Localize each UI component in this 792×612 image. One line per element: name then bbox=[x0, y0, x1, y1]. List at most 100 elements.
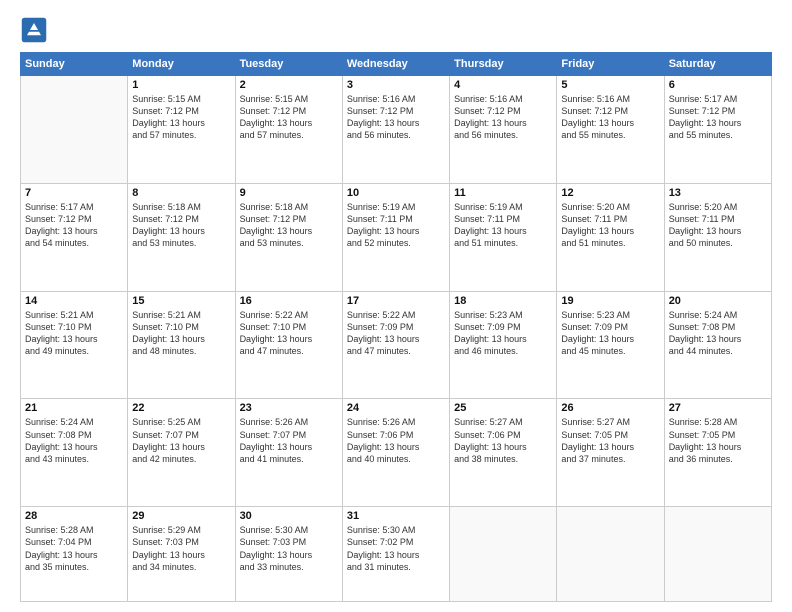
cell-info: Sunrise: 5:16 AM Sunset: 7:12 PM Dayligh… bbox=[347, 93, 445, 142]
cell-info: Sunrise: 5:18 AM Sunset: 7:12 PM Dayligh… bbox=[132, 201, 230, 250]
day-number: 19 bbox=[561, 295, 659, 307]
calendar-cell: 6 Sunrise: 5:17 AM Sunset: 7:12 PM Daylig… bbox=[664, 76, 771, 184]
day-number: 31 bbox=[347, 510, 445, 522]
calendar-cell bbox=[664, 507, 771, 602]
calendar-cell: 29Sunrise: 5:29 AM Sunset: 7:03 PM Dayli… bbox=[128, 507, 235, 602]
logo-icon bbox=[20, 16, 48, 44]
calendar-cell: 24 Sunrise: 5:26 AM Sunset: 7:06 PM Dayli… bbox=[342, 399, 449, 507]
cell-info: Sunrise: 5:26 AM Sunset: 7:06 PM Dayligh… bbox=[347, 416, 445, 465]
day-number: 1 bbox=[132, 79, 230, 91]
cell-info: Sunrise: 5:21 AM Sunset: 7:10 PM Dayligh… bbox=[25, 309, 123, 358]
calendar-cell: 2 Sunrise: 5:15 AM Sunset: 7:12 PM Daylig… bbox=[235, 76, 342, 184]
cell-info: Sunrise: 5:19 AM Sunset: 7:11 PM Dayligh… bbox=[347, 201, 445, 250]
day-number: 20 bbox=[669, 295, 767, 307]
cell-info: Sunrise: 5:22 AM Sunset: 7:09 PM Dayligh… bbox=[347, 309, 445, 358]
calendar-cell: 22 Sunrise: 5:25 AM Sunset: 7:07 PM Dayli… bbox=[128, 399, 235, 507]
cell-info: Sunrise: 5:16 AM Sunset: 7:12 PM Dayligh… bbox=[454, 93, 552, 142]
week-row-3: 21 Sunrise: 5:24 AM Sunset: 7:08 PM Dayli… bbox=[21, 399, 772, 507]
cell-info: Sunrise: 5:22 AM Sunset: 7:10 PM Dayligh… bbox=[240, 309, 338, 358]
calendar-cell: 31Sunrise: 5:30 AM Sunset: 7:02 PM Dayli… bbox=[342, 507, 449, 602]
day-number: 16 bbox=[240, 295, 338, 307]
day-number: 14 bbox=[25, 295, 123, 307]
week-row-1: 7 Sunrise: 5:17 AM Sunset: 7:12 PM Daylig… bbox=[21, 183, 772, 291]
day-number: 25 bbox=[454, 402, 552, 414]
day-number: 2 bbox=[240, 79, 338, 91]
calendar-cell: 11Sunrise: 5:19 AM Sunset: 7:11 PM Dayli… bbox=[450, 183, 557, 291]
day-number: 3 bbox=[347, 79, 445, 91]
header bbox=[20, 16, 772, 44]
cell-info: Sunrise: 5:16 AM Sunset: 7:12 PM Dayligh… bbox=[561, 93, 659, 142]
week-row-2: 14 Sunrise: 5:21 AM Sunset: 7:10 PM Dayli… bbox=[21, 291, 772, 399]
calendar-cell: 26 Sunrise: 5:27 AM Sunset: 7:05 PM Dayli… bbox=[557, 399, 664, 507]
day-number: 9 bbox=[240, 187, 338, 199]
logo bbox=[20, 16, 52, 44]
calendar-cell: 13Sunrise: 5:20 AM Sunset: 7:11 PM Dayli… bbox=[664, 183, 771, 291]
cell-info: Sunrise: 5:24 AM Sunset: 7:08 PM Dayligh… bbox=[25, 416, 123, 465]
cell-info: Sunrise: 5:27 AM Sunset: 7:06 PM Dayligh… bbox=[454, 416, 552, 465]
cell-info: Sunrise: 5:23 AM Sunset: 7:09 PM Dayligh… bbox=[561, 309, 659, 358]
day-number: 24 bbox=[347, 402, 445, 414]
calendar-cell: 21 Sunrise: 5:24 AM Sunset: 7:08 PM Dayli… bbox=[21, 399, 128, 507]
calendar-cell: 23 Sunrise: 5:26 AM Sunset: 7:07 PM Dayli… bbox=[235, 399, 342, 507]
calendar-cell: 17 Sunrise: 5:22 AM Sunset: 7:09 PM Dayli… bbox=[342, 291, 449, 399]
calendar-cell: 3 Sunrise: 5:16 AM Sunset: 7:12 PM Daylig… bbox=[342, 76, 449, 184]
week-row-0: 1 Sunrise: 5:15 AM Sunset: 7:12 PM Daylig… bbox=[21, 76, 772, 184]
day-number: 15 bbox=[132, 295, 230, 307]
calendar-cell: 28Sunrise: 5:28 AM Sunset: 7:04 PM Dayli… bbox=[21, 507, 128, 602]
calendar-cell: 1 Sunrise: 5:15 AM Sunset: 7:12 PM Daylig… bbox=[128, 76, 235, 184]
cell-info: Sunrise: 5:27 AM Sunset: 7:05 PM Dayligh… bbox=[561, 416, 659, 465]
cell-info: Sunrise: 5:21 AM Sunset: 7:10 PM Dayligh… bbox=[132, 309, 230, 358]
calendar-cell: 18Sunrise: 5:23 AM Sunset: 7:09 PM Dayli… bbox=[450, 291, 557, 399]
cell-info: Sunrise: 5:26 AM Sunset: 7:07 PM Dayligh… bbox=[240, 416, 338, 465]
calendar-cell: 15 Sunrise: 5:21 AM Sunset: 7:10 PM Dayli… bbox=[128, 291, 235, 399]
cell-info: Sunrise: 5:19 AM Sunset: 7:11 PM Dayligh… bbox=[454, 201, 552, 250]
day-number: 22 bbox=[132, 402, 230, 414]
cell-info: Sunrise: 5:30 AM Sunset: 7:03 PM Dayligh… bbox=[240, 524, 338, 573]
cell-info: Sunrise: 5:15 AM Sunset: 7:12 PM Dayligh… bbox=[132, 93, 230, 142]
calendar-cell: 20Sunrise: 5:24 AM Sunset: 7:08 PM Dayli… bbox=[664, 291, 771, 399]
cell-info: Sunrise: 5:18 AM Sunset: 7:12 PM Dayligh… bbox=[240, 201, 338, 250]
day-header-wednesday: Wednesday bbox=[342, 53, 449, 76]
calendar-cell: 16 Sunrise: 5:22 AM Sunset: 7:10 PM Dayli… bbox=[235, 291, 342, 399]
day-header-thursday: Thursday bbox=[450, 53, 557, 76]
cell-info: Sunrise: 5:25 AM Sunset: 7:07 PM Dayligh… bbox=[132, 416, 230, 465]
day-header-monday: Monday bbox=[128, 53, 235, 76]
day-number: 26 bbox=[561, 402, 659, 414]
day-number: 12 bbox=[561, 187, 659, 199]
calendar-cell bbox=[21, 76, 128, 184]
page: SundayMondayTuesdayWednesdayThursdayFrid… bbox=[0, 0, 792, 612]
day-number: 5 bbox=[561, 79, 659, 91]
calendar-cell: 5 Sunrise: 5:16 AM Sunset: 7:12 PM Daylig… bbox=[557, 76, 664, 184]
day-header-sunday: Sunday bbox=[21, 53, 128, 76]
day-number: 23 bbox=[240, 402, 338, 414]
calendar-cell: 9 Sunrise: 5:18 AM Sunset: 7:12 PM Daylig… bbox=[235, 183, 342, 291]
calendar-header-row: SundayMondayTuesdayWednesdayThursdayFrid… bbox=[21, 53, 772, 76]
day-number: 17 bbox=[347, 295, 445, 307]
cell-info: Sunrise: 5:17 AM Sunset: 7:12 PM Dayligh… bbox=[25, 201, 123, 250]
day-header-tuesday: Tuesday bbox=[235, 53, 342, 76]
calendar-cell: 4 Sunrise: 5:16 AM Sunset: 7:12 PM Daylig… bbox=[450, 76, 557, 184]
day-number: 8 bbox=[132, 187, 230, 199]
day-number: 27 bbox=[669, 402, 767, 414]
day-number: 21 bbox=[25, 402, 123, 414]
calendar-cell: 19 Sunrise: 5:23 AM Sunset: 7:09 PM Dayli… bbox=[557, 291, 664, 399]
day-number: 4 bbox=[454, 79, 552, 91]
cell-info: Sunrise: 5:15 AM Sunset: 7:12 PM Dayligh… bbox=[240, 93, 338, 142]
cell-info: Sunrise: 5:28 AM Sunset: 7:04 PM Dayligh… bbox=[25, 524, 123, 573]
calendar-cell: 14 Sunrise: 5:21 AM Sunset: 7:10 PM Dayli… bbox=[21, 291, 128, 399]
calendar-cell: 12 Sunrise: 5:20 AM Sunset: 7:11 PM Dayli… bbox=[557, 183, 664, 291]
calendar-cell bbox=[557, 507, 664, 602]
cell-info: Sunrise: 5:29 AM Sunset: 7:03 PM Dayligh… bbox=[132, 524, 230, 573]
day-number: 7 bbox=[25, 187, 123, 199]
day-number: 30 bbox=[240, 510, 338, 522]
cell-info: Sunrise: 5:20 AM Sunset: 7:11 PM Dayligh… bbox=[561, 201, 659, 250]
day-number: 10 bbox=[347, 187, 445, 199]
calendar-cell: 10 Sunrise: 5:19 AM Sunset: 7:11 PM Dayli… bbox=[342, 183, 449, 291]
cell-info: Sunrise: 5:23 AM Sunset: 7:09 PM Dayligh… bbox=[454, 309, 552, 358]
day-header-saturday: Saturday bbox=[664, 53, 771, 76]
calendar-cell: 30 Sunrise: 5:30 AM Sunset: 7:03 PM Dayli… bbox=[235, 507, 342, 602]
calendar-cell: 7 Sunrise: 5:17 AM Sunset: 7:12 PM Daylig… bbox=[21, 183, 128, 291]
day-number: 6 bbox=[669, 79, 767, 91]
cell-info: Sunrise: 5:17 AM Sunset: 7:12 PM Dayligh… bbox=[669, 93, 767, 142]
calendar-cell: 25 Sunrise: 5:27 AM Sunset: 7:06 PM Dayli… bbox=[450, 399, 557, 507]
